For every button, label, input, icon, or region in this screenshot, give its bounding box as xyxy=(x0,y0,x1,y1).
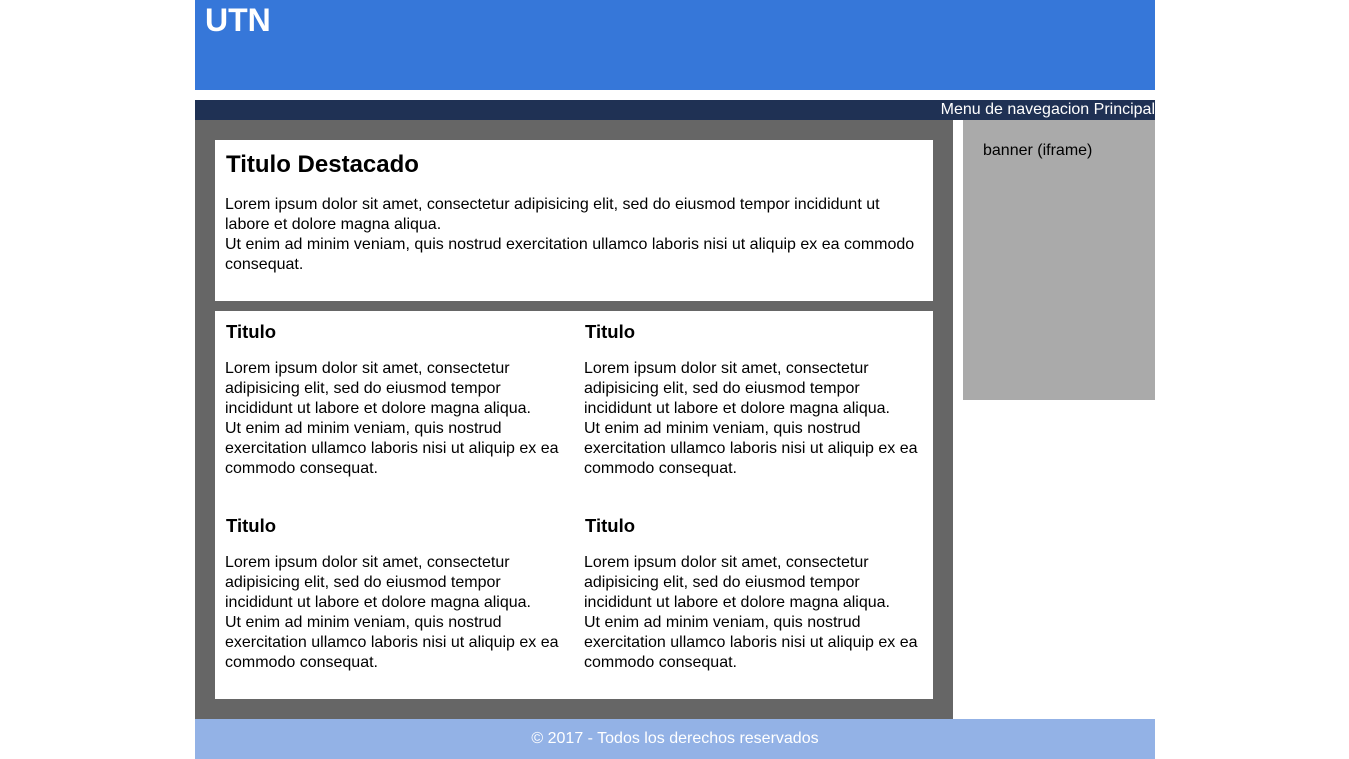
main-navigation-label[interactable]: Menu de navegacion Principal xyxy=(941,101,1155,118)
article-paragraph: Ut enim ad minim veniam, quis nostrud ex… xyxy=(225,614,559,671)
article-grid: Titulo Lorem ipsum dolor sit amet, conse… xyxy=(215,311,933,699)
site-footer: © 2017 - Todos los derechos reservados xyxy=(195,719,1155,759)
article-paragraph: Ut enim ad minim veniam, quis nostrud ex… xyxy=(584,614,918,671)
article-title: Titulo xyxy=(226,515,277,536)
article-body: Lorem ipsum dolor sit amet, consectetur … xyxy=(225,553,565,673)
site-title: UTN xyxy=(205,2,271,38)
article-title: Titulo xyxy=(585,515,636,536)
featured-paragraph: Lorem ipsum dolor sit amet, consectetur … xyxy=(225,196,880,233)
main-navigation[interactable]: Menu de navegacion Principal xyxy=(195,100,1155,120)
article-paragraph: Lorem ipsum dolor sit amet, consectetur … xyxy=(584,360,890,417)
featured-title: Titulo Destacado xyxy=(226,151,419,178)
featured-body: Lorem ipsum dolor sit amet, consectetur … xyxy=(225,195,923,275)
banner-label: banner (iframe) xyxy=(983,142,1093,159)
article-body: Lorem ipsum dolor sit amet, consectetur … xyxy=(584,359,924,479)
article-body: Lorem ipsum dolor sit amet, consectetur … xyxy=(584,553,924,673)
featured-paragraph: Ut enim ad minim veniam, quis nostrud ex… xyxy=(225,236,915,273)
featured-article: Titulo Destacado Lorem ipsum dolor sit a… xyxy=(215,140,933,301)
article-paragraph: Ut enim ad minim veniam, quis nostrud ex… xyxy=(584,420,918,477)
article-paragraph: Ut enim ad minim veniam, quis nostrud ex… xyxy=(225,420,559,477)
site-header: UTN xyxy=(195,0,1155,90)
article-paragraph: Lorem ipsum dolor sit amet, consectetur … xyxy=(584,554,890,611)
article-paragraph: Lorem ipsum dolor sit amet, consectetur … xyxy=(225,360,531,417)
copyright-text: © 2017 - Todos los derechos reservados xyxy=(531,730,819,747)
article-title: Titulo xyxy=(226,321,277,342)
article-body: Lorem ipsum dolor sit amet, consectetur … xyxy=(225,359,565,479)
banner-sidebar[interactable]: banner (iframe) xyxy=(963,120,1155,400)
main-content: Titulo Destacado Lorem ipsum dolor sit a… xyxy=(195,120,953,719)
article-paragraph: Lorem ipsum dolor sit amet, consectetur … xyxy=(225,554,531,611)
article-title: Titulo xyxy=(585,321,636,342)
page: UTN Menu de navegacion Principal Titulo … xyxy=(195,0,1155,759)
